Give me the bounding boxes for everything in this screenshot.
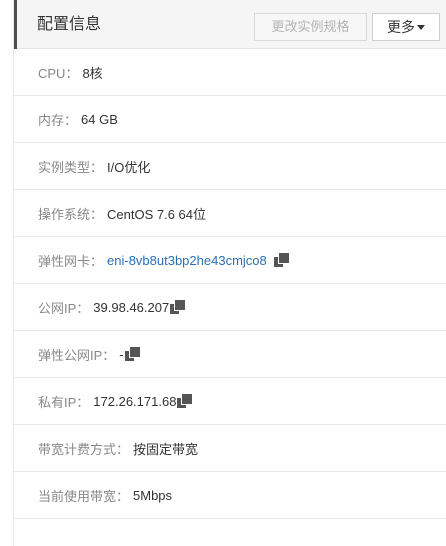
memory-label: 内存： [38,112,78,128]
row-elastic-public-ip: 弹性公网IP： - [14,331,446,378]
more-button-label: 更多 [387,19,415,35]
public-ip-value: 39.98.46.207 [93,299,170,315]
private-ip-label: 私有IP： [38,394,90,410]
row-eni: 弹性网卡： eni-8vb8ut3bp2he43cmjco8 [14,237,446,284]
panel-title: 配置信息 [37,16,102,33]
row-bandwidth-billing: 带宽计费方式： 按固定带宽 [14,425,446,472]
row-instance-type: 实例类型： I/O优化 [14,143,446,190]
bandwidth-billing-label: 带宽计费方式： [38,441,130,457]
elastic-public-ip-label: 弹性公网IP： [38,347,116,363]
instance-type-value: I/O优化 [107,159,151,175]
row-current-bandwidth: 当前使用带宽： 5Mbps [14,472,446,519]
current-bandwidth-value: 5Mbps [133,487,173,503]
copy-icon[interactable] [170,300,186,314]
cpu-label: CPU： [38,65,79,81]
instance-type-label: 实例类型： [38,159,104,175]
row-cpu: CPU： 8核 [14,49,446,96]
row-public-ip: 公网IP： 39.98.46.207 [14,284,446,331]
eni-link[interactable]: eni-8vb8ut3bp2he43cmjco8 [107,253,267,268]
eni-label: 弹性网卡： [38,253,104,269]
elastic-public-ip-value: - [119,346,124,362]
os-value: CentOS 7.6 64位 [107,206,207,222]
config-info-panel: 配置信息 更改实例规格 更多 CPU： 8核 内存： 64 GB 实例类型： I… [13,0,446,546]
public-ip-label: 公网IP： [38,300,90,316]
row-private-ip: 私有IP： 172.26.171.68 [14,378,446,425]
private-ip-value: 172.26.171.68 [93,393,177,409]
more-dropdown-button[interactable]: 更多 [372,13,440,41]
bandwidth-billing-value: 按固定带宽 [133,441,199,457]
memory-value: 64 GB [81,111,118,127]
change-instance-spec-button[interactable]: 更改实例规格 [254,13,367,41]
current-bandwidth-label: 当前使用带宽： [38,488,130,504]
copy-icon[interactable] [177,394,193,408]
row-memory: 内存： 64 GB [14,96,446,143]
copy-icon[interactable] [124,347,140,361]
row-os: 操作系统： CentOS 7.6 64位 [14,190,446,237]
header-accent-bar [14,0,17,49]
os-label: 操作系统： [38,206,104,222]
copy-icon[interactable] [273,253,289,267]
caret-down-icon [417,24,425,30]
panel-header: 配置信息 更改实例规格 更多 [14,0,446,49]
cpu-value: 8核 [82,65,103,81]
